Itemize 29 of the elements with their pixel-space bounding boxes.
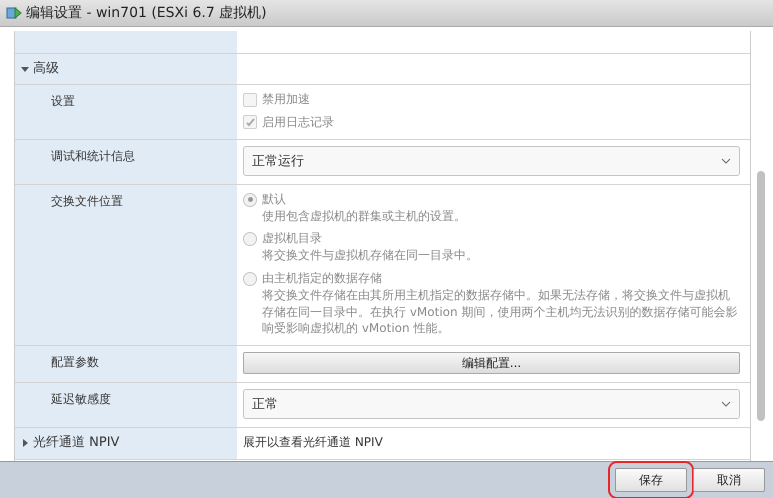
setting-label: 配置参数 xyxy=(51,354,99,371)
chevron-down-icon xyxy=(721,158,731,164)
setting-label: 交换文件位置 xyxy=(51,192,123,210)
edit-config-button[interactable]: 编辑配置... xyxy=(243,352,740,374)
radio-label: 默认 xyxy=(262,190,287,208)
dropdown[interactable]: 正常运行 xyxy=(243,146,740,176)
section-summary: 展开以查看光纤通道 NPIV xyxy=(243,434,384,451)
section-header[interactable]: 高级 xyxy=(33,60,59,78)
window-title: 编辑设置 - win701 (ESXi 6.7 虚拟机) xyxy=(26,4,267,22)
radio-description: 将交换文件存储在由其所用主机指定的数据存储中。如果无法存储，将交换文件与虚拟机存储在同一目录中。在执行 vMotion 期间，使用两个主机均无法识别的数据存储可能会影响受影响虚拟机的 vMotion 性能。 xyxy=(262,286,738,338)
radio-label: 虚拟机目录 xyxy=(262,230,323,248)
scrollbar-thumb[interactable] xyxy=(757,171,765,421)
caret-down-icon[interactable] xyxy=(21,65,29,73)
radio-button[interactable] xyxy=(243,232,257,246)
dropdown[interactable]: 正常 xyxy=(243,389,740,420)
caret-right-icon[interactable] xyxy=(21,439,29,448)
setting-label: 调试和统计信息 xyxy=(51,148,135,165)
radio-description: 将交换文件与虚拟机存储在同一目录中。 xyxy=(262,247,478,264)
checkbox-label: 禁用加速 xyxy=(262,91,310,108)
chevron-down-icon xyxy=(721,401,731,408)
setting-label: 延迟敏感度 xyxy=(51,391,111,408)
checkbox-label: 启用日志记录 xyxy=(262,114,334,131)
setting-label: 设置 xyxy=(51,93,75,110)
radio-button[interactable] xyxy=(243,192,257,207)
radio-description: 使用包含虚拟机的群集或主机的设置。 xyxy=(262,208,466,224)
cancel-button[interactable]: 取消 xyxy=(693,468,765,492)
radio-button[interactable] xyxy=(243,272,257,286)
radio-label: 由主机指定的数据存储 xyxy=(262,270,383,287)
vm-icon xyxy=(6,5,22,21)
